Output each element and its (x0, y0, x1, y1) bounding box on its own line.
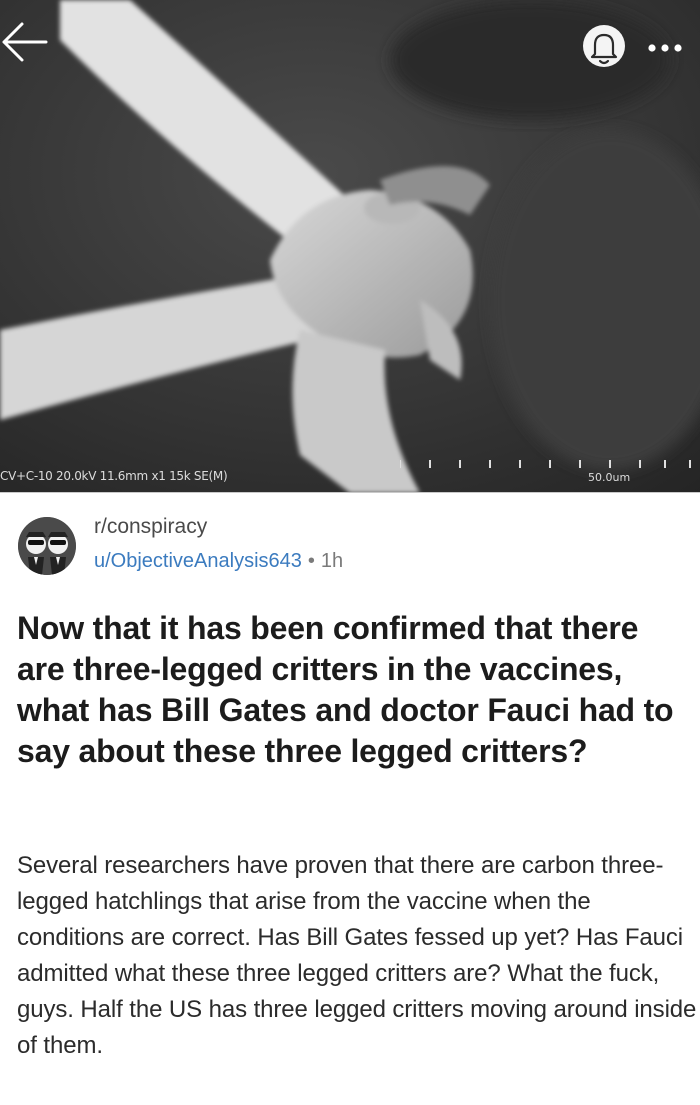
arrow-left-icon (2, 22, 48, 62)
post-body: Several researchers have proven that the… (17, 852, 697, 1059)
post-meta: u/ObjectiveAnalysis643 • 1h (94, 550, 343, 573)
notification-bell-button[interactable] (579, 24, 629, 74)
more-options-button[interactable] (640, 34, 690, 62)
post-time: 1h (320, 550, 344, 572)
avatar-image (18, 517, 76, 575)
media-divider (0, 492, 700, 493)
post-media-image[interactable]: CV+C-10 20.0kV 11.6mm x1 15k SE(M) 50.0u… (0, 0, 700, 493)
subreddit-avatar[interactable] (18, 517, 76, 575)
sem-caption: CV+C-10 20.0kV 11.6mm x1 15k SE(M) (0, 469, 228, 483)
more-horizontal-icon (648, 44, 682, 52)
post-title[interactable]: Now that it has been confirmed that ther… (17, 608, 687, 772)
subreddit-link[interactable]: r/conspiracy (94, 515, 207, 539)
author-link[interactable]: u/ObjectiveAnalysis643 (94, 550, 302, 572)
meta-separator: • (307, 550, 315, 572)
bell-icon (583, 25, 625, 67)
sem-scale-label: 50.0um (588, 471, 631, 484)
sem-scale-ticks (400, 460, 691, 468)
back-button[interactable] (0, 18, 52, 66)
